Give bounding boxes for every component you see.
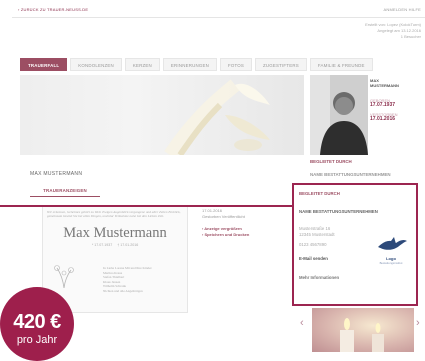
- ad-more-info-link[interactable]: Mehr Informationen: [299, 275, 411, 280]
- mourner-line: In Liebe Lorene Mit und Ihre Kinder: [103, 266, 152, 270]
- sponsor-heading: BEGLEITET DURCH: [310, 159, 352, 164]
- deceased-last-name: MUSTERMANN: [370, 83, 399, 88]
- chevron-left-icon[interactable]: ‹: [300, 317, 304, 329]
- notice-name: Max Mustermann: [63, 224, 167, 241]
- chevron-right-icon[interactable]: ›: [416, 317, 420, 329]
- notice-verse: Wir erkennen, Geheimes gehört zu Welt. E…: [47, 210, 181, 219]
- memorial-page: › ZURÜCK ZU TRAUER-NEUSS.DE ANMELDEN HIL…: [12, 0, 425, 361]
- sponsor-header: BEGLEITET DURCH NAME BESTATTUNGSUNTERNEH…: [310, 155, 424, 177]
- price-period: pro Jahr: [16, 334, 58, 346]
- notice-died: † 17.01.2016: [117, 242, 139, 247]
- obituary-notice[interactable]: Wir erkennen, Geheimes gehört zu Welt. E…: [42, 205, 188, 313]
- ad-company-name[interactable]: NAME BESTATTUNGSUNTERNEHMEN: [299, 209, 411, 214]
- notice-dates: * 17.07.1937 † 17.01.2016: [47, 243, 183, 247]
- tab-zugestifters[interactable]: ZUGESTIFTERS: [255, 58, 307, 71]
- traueranzeigen-button[interactable]: TRAUERANZEIGEN: [30, 186, 100, 197]
- tab-kondolenzen[interactable]: KONDOLENZEN: [70, 58, 122, 71]
- back-link[interactable]: › ZURÜCK ZU TRAUER-NEUSS.DE: [18, 7, 88, 12]
- tab-fotos[interactable]: FOTOS: [219, 58, 252, 71]
- died-date: 17.01.2016: [370, 116, 396, 122]
- page-meta: Erstellt von: Lopez (KolokTurm) Angelegt…: [365, 22, 421, 40]
- login-help-links[interactable]: ANMELDEN HILFE: [384, 7, 421, 12]
- sponsor-company[interactable]: NAME BESTATTUNGSUNTERNEHMEN: [310, 172, 424, 177]
- flower-icon: [54, 265, 74, 288]
- portrait-photo: [310, 75, 368, 155]
- tab-bar: TRAUERFALL KONDOLENZEN KERZEN ERINNERUNG…: [20, 58, 373, 71]
- tab-familie-freunde[interactable]: FAMILIE & FREUNDE: [309, 58, 373, 71]
- ad-heading: BEGLEITET DURCH: [299, 191, 340, 196]
- notice-date-label: Gestorben Veröffentlicht: [202, 214, 245, 219]
- candles-image: [312, 308, 414, 352]
- company-logo: Logo Bestattungsinstitut: [374, 237, 408, 265]
- save-print-link[interactable]: › Speichern und Drucken: [202, 232, 249, 238]
- header-banner-image: [20, 75, 304, 155]
- born-date: 17.07.1937: [370, 102, 396, 108]
- funeral-home-ad-box[interactable]: BEGLEITET DURCH NAME BESTATTUNGSUNTERNEH…: [292, 183, 418, 306]
- tab-erinnerungen[interactable]: ERINNERUNGEN: [162, 58, 217, 71]
- notice-mourners: In Liebe Lorene Mit und Ihre Kinder Mart…: [103, 266, 152, 294]
- page-title: MAX MUSTERMANN: [30, 171, 83, 177]
- highlight-connector-line: [0, 205, 292, 207]
- mourner-line: Nichten und alle Angehörigen: [103, 288, 143, 293]
- dove-icon: [378, 237, 407, 250]
- tab-trauerfall[interactable]: TRAUERFALL: [20, 58, 68, 71]
- meta-visitors: 1 Besucher: [400, 34, 421, 39]
- price-amount: 420 €: [13, 311, 61, 333]
- tab-kerzen[interactable]: KERZEN: [124, 58, 160, 71]
- logo-subtext: Bestattungsinstitut: [379, 261, 403, 265]
- portrait-info-card: MAX MUSTERMANN GEBOREN 17.07.1937 VERSTO…: [370, 75, 422, 155]
- notice-born: * 17.07.1937: [91, 242, 113, 247]
- top-bar: › ZURÜCK ZU TRAUER-NEUSS.DE ANMELDEN HIL…: [12, 4, 425, 18]
- notice-actions: 17.01.2016 Gestorben Veröffentlicht › An…: [202, 208, 249, 238]
- price-badge: 420 € pro Jahr: [0, 287, 74, 361]
